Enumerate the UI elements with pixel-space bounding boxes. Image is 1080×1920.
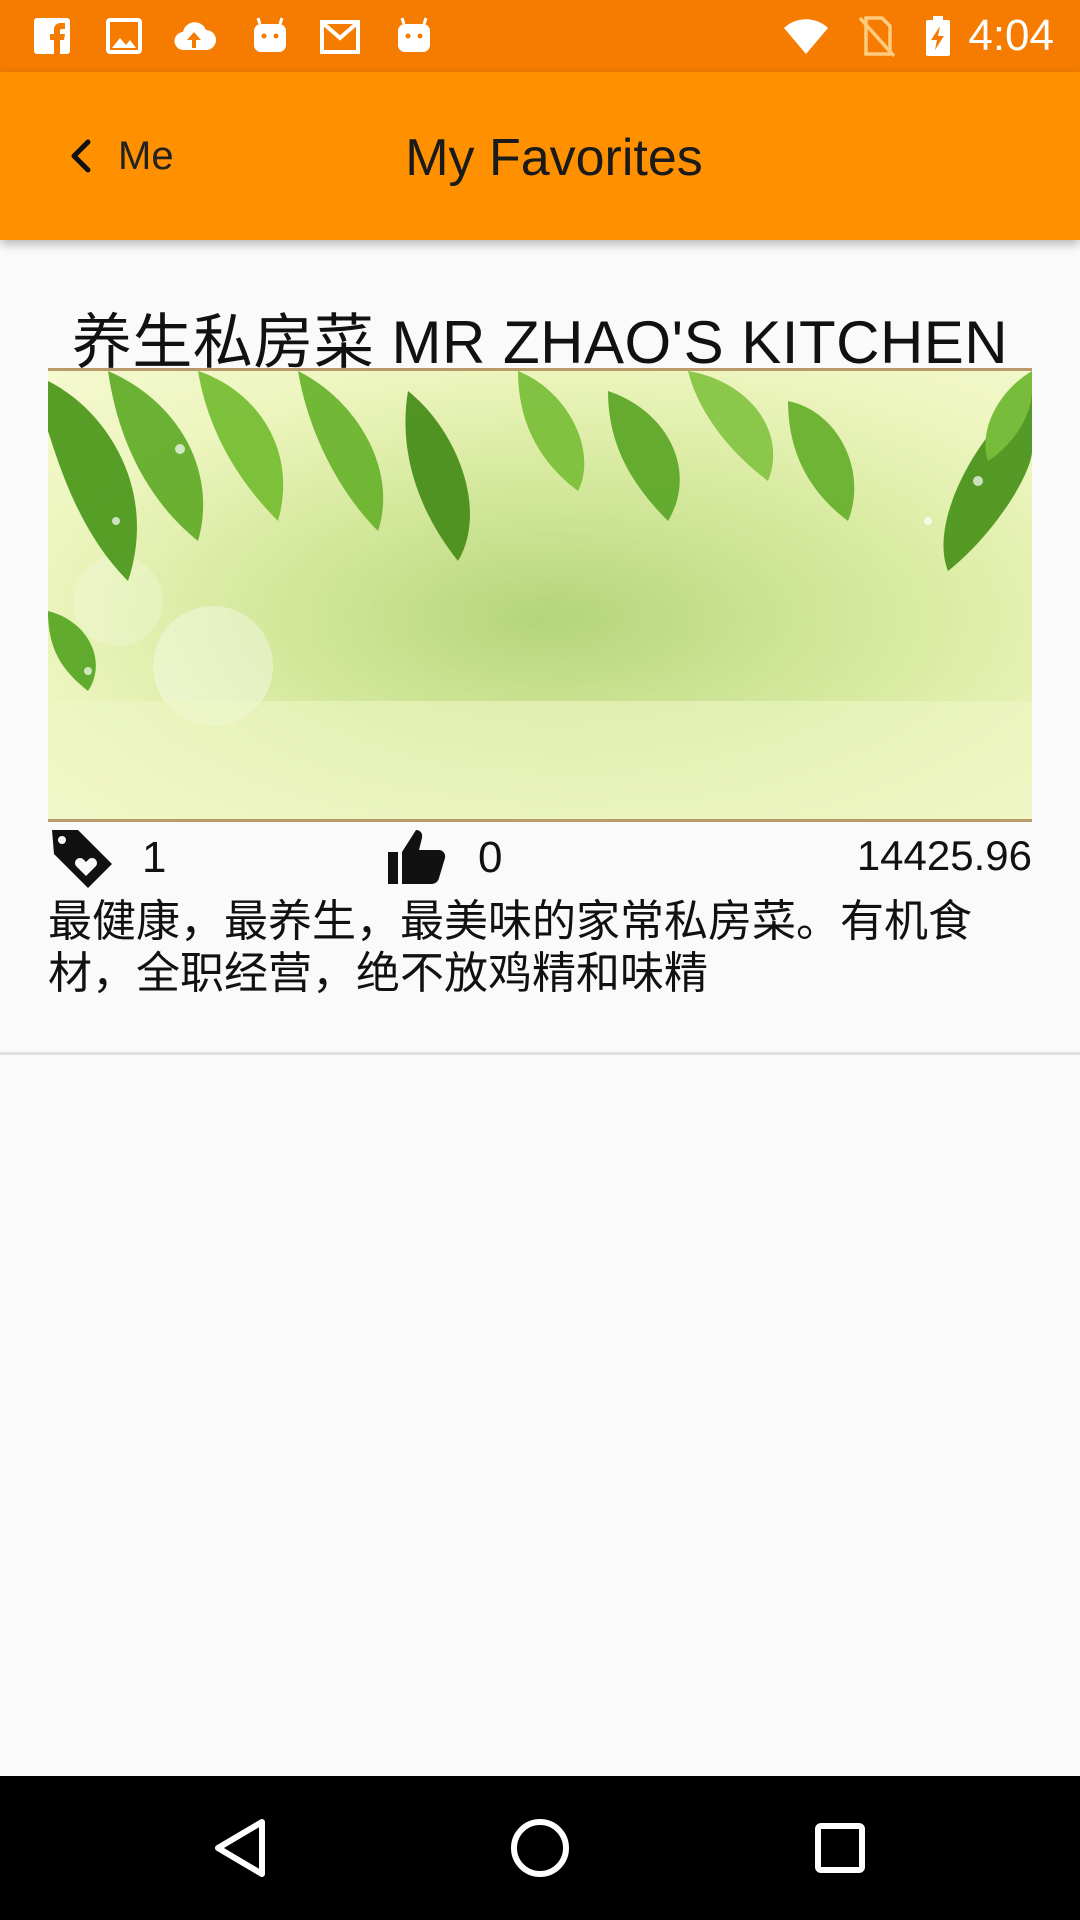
favorite-card[interactable]: 养生私房菜 MR ZHAO'S KITCHEN 1 0 14425.96 最健康… [0, 240, 1080, 1054]
restaurant-description: 最健康，最养生，最美味的家常私房菜。有机食材，全职经营，绝不放鸡精和味精 [48, 896, 972, 999]
thumbs-up-icon [388, 830, 446, 884]
nav-home-button[interactable] [504, 1812, 576, 1884]
no-sim-icon [858, 16, 896, 58]
home-circle-icon [511, 1819, 569, 1877]
recents-square-icon [815, 1823, 865, 1873]
wifi-icon [784, 19, 828, 54]
status-bar: 4:04 [0, 0, 1080, 72]
gmail-icon [320, 20, 360, 54]
tag-heart-icon [52, 830, 112, 888]
battery-charging-icon [926, 16, 950, 56]
price-value: 14425.96 [856, 832, 1032, 879]
stats-row: 1 0 14425.96 [48, 820, 1032, 900]
clock: 4:04 [968, 11, 1054, 60]
android-icon [398, 17, 430, 52]
nav-back-button[interactable] [204, 1812, 276, 1884]
green-leaves-image [48, 371, 1032, 819]
page-title: My Favorites [405, 129, 703, 187]
list-divider [0, 1052, 1080, 1055]
facebook-icon [34, 18, 70, 54]
system-nav-bar [0, 1776, 1080, 1920]
nav-recents-button[interactable] [804, 1812, 876, 1884]
app-bar: Me My Favorites [0, 72, 1080, 240]
favorites-stat[interactable]: 1 [48, 824, 166, 892]
cloud-upload-icon [174, 22, 216, 51]
gallery-icon [106, 18, 142, 54]
favorites-count: 1 [142, 833, 167, 882]
likes-stat[interactable]: 0 [384, 824, 502, 892]
android-icon [254, 17, 286, 52]
likes-count: 0 [478, 833, 503, 882]
restaurant-image [48, 368, 1032, 822]
back-triangle-icon [215, 1819, 265, 1877]
